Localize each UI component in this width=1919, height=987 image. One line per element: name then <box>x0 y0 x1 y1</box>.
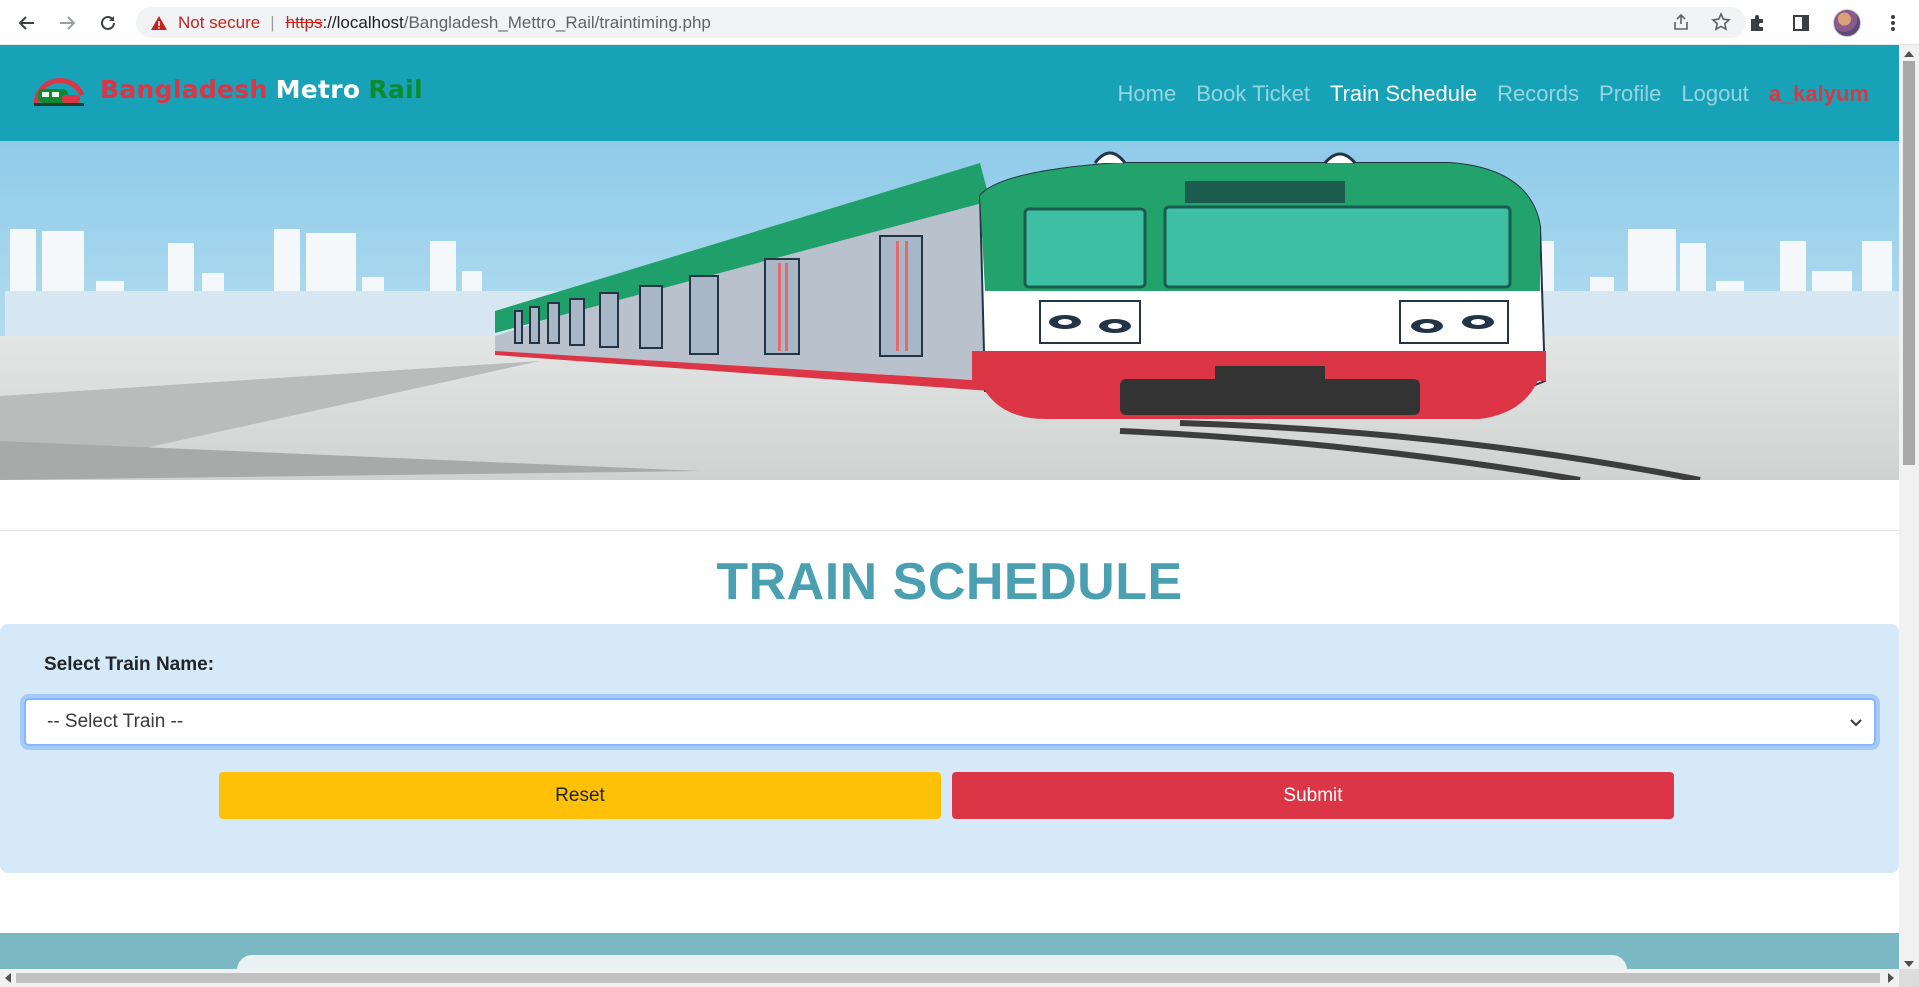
nav-home[interactable]: Home <box>1118 81 1177 107</box>
share-icon[interactable] <box>1670 11 1692 33</box>
nav-user[interactable]: a_kalyum <box>1769 81 1869 107</box>
address-bar[interactable]: Not secure | https ://localhost /Banglad… <box>136 7 1746 38</box>
chevron-down-icon <box>1850 719 1862 727</box>
page-title: TRAIN SCHEDULE <box>716 553 1183 611</box>
nav-records[interactable]: Records <box>1497 81 1579 107</box>
footer-band <box>0 933 1899 985</box>
horizontal-scroll-thumb[interactable] <box>16 973 1880 983</box>
browser-toolbar: Not secure | https ://localhost /Banglad… <box>0 0 1919 45</box>
back-icon[interactable] <box>14 10 40 36</box>
nav-train-schedule[interactable]: Train Schedule <box>1330 81 1477 107</box>
url-host: ://localhost <box>322 12 404 32</box>
menu-kebab-icon[interactable] <box>1881 11 1905 35</box>
profile-avatar[interactable] <box>1833 9 1861 37</box>
section-divider <box>0 530 1899 531</box>
vertical-scroll-thumb[interactable] <box>1903 61 1915 465</box>
address-separator: | <box>270 12 275 32</box>
nav-book-ticket[interactable]: Book Ticket <box>1196 81 1310 107</box>
extensions-icon[interactable] <box>1745 11 1769 35</box>
brand-part-3: Rail <box>368 74 423 104</box>
site-navbar: Bangladesh Metro Rail Home Book Ticket Tra… <box>0 45 1899 141</box>
scroll-right-icon[interactable] <box>1888 973 1894 983</box>
metro-logo-icon <box>33 77 85 106</box>
brand-part-2: Metro <box>275 74 361 104</box>
brand-part-1: Bangladesh <box>100 74 268 104</box>
hero-banner <box>0 141 1899 480</box>
forward-icon[interactable] <box>54 10 80 36</box>
submit-button[interactable]: Submit <box>952 772 1674 819</box>
brand-name: Bangladesh Metro Rail <box>100 75 423 104</box>
vertical-scrollbar[interactable] <box>1899 45 1919 973</box>
side-panel-icon[interactable] <box>1789 11 1813 35</box>
scroll-down-icon[interactable] <box>1904 961 1914 967</box>
bookmark-star-icon[interactable] <box>1710 11 1732 33</box>
nav-logout[interactable]: Logout <box>1681 81 1748 107</box>
nav-profile[interactable]: Profile <box>1599 81 1661 107</box>
nav-links: Home Book Ticket Train Schedule Records … <box>1118 81 1869 107</box>
train-select-value: -- Select Train -- <box>47 711 184 732</box>
horizontal-scrollbar[interactable] <box>0 969 1899 987</box>
reset-button[interactable]: Reset <box>219 772 941 819</box>
train-select-form: Select Train Name: -- Select Train -- Re… <box>0 624 1899 873</box>
scroll-left-icon[interactable] <box>5 973 11 983</box>
url-scheme: https <box>285 12 323 32</box>
scrollbar-corner <box>1899 969 1919 987</box>
metro-train-illustration <box>0 141 1899 480</box>
train-select[interactable]: -- Select Train -- <box>24 698 1876 746</box>
select-train-label: Select Train Name: <box>44 654 215 675</box>
url-path: /Bangladesh_Mettro_Rail/traintiming.php <box>403 12 711 32</box>
brand[interactable]: Bangladesh Metro Rail <box>32 69 423 109</box>
security-status[interactable]: Not secure <box>178 13 260 33</box>
warning-icon <box>150 14 168 32</box>
reload-icon[interactable] <box>95 10 121 36</box>
scroll-up-icon[interactable] <box>1904 51 1914 57</box>
